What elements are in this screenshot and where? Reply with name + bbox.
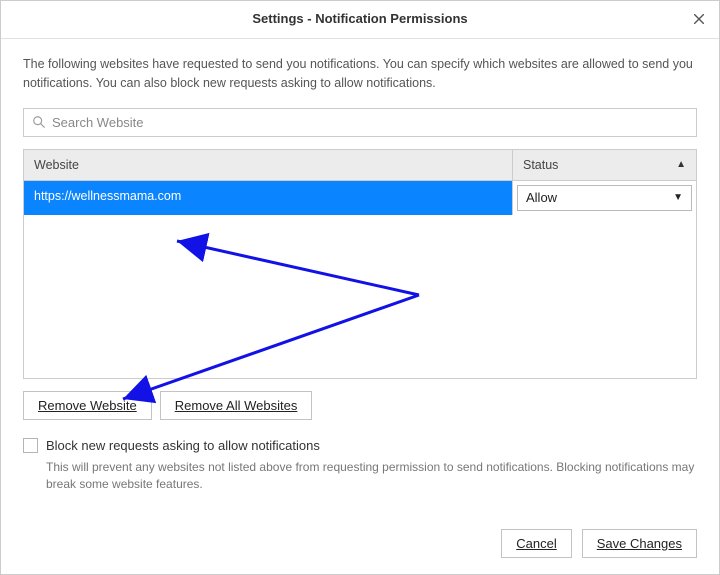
save-changes-button[interactable]: Save Changes xyxy=(582,529,697,558)
table-header: Website Status ▲ xyxy=(24,150,696,181)
remove-all-websites-button[interactable]: Remove All Websites xyxy=(160,391,313,420)
sort-indicator-icon: ▲ xyxy=(676,159,686,170)
cell-website: https://wellnessmama.com xyxy=(24,181,512,215)
column-header-website[interactable]: Website xyxy=(24,150,512,180)
search-icon xyxy=(32,115,46,129)
search-input[interactable] xyxy=(52,115,688,130)
dialog-footer: Cancel Save Changes xyxy=(1,517,719,574)
cancel-button[interactable]: Cancel xyxy=(501,529,571,558)
status-value: Allow xyxy=(526,190,557,205)
remove-all-label: Remove All Websites xyxy=(175,398,298,413)
remove-buttons-row: Remove Website Remove All Websites xyxy=(23,391,697,420)
table-row[interactable]: https://wellnessmama.com Allow ▼ xyxy=(24,181,696,215)
save-label: Save Changes xyxy=(597,536,682,551)
remove-website-button[interactable]: Remove Website xyxy=(23,391,152,420)
permissions-table: Website Status ▲ https://wellnessmama.co… xyxy=(23,149,697,379)
block-row: Block new requests asking to allow notif… xyxy=(23,438,697,453)
column-header-status[interactable]: Status ▲ xyxy=(512,150,696,180)
remove-website-label: Remove Website xyxy=(38,398,137,413)
search-field[interactable] xyxy=(23,108,697,137)
chevron-down-icon: ▼ xyxy=(673,192,683,203)
block-note: This will prevent any websites not liste… xyxy=(46,459,697,494)
block-checkbox[interactable] xyxy=(23,438,38,453)
titlebar: Settings - Notification Permissions xyxy=(1,1,719,39)
cell-status: Allow ▼ xyxy=(512,181,696,215)
close-icon[interactable] xyxy=(689,9,709,29)
status-select[interactable]: Allow ▼ xyxy=(517,185,692,211)
cancel-label: Cancel xyxy=(516,536,556,551)
block-section: Block new requests asking to allow notif… xyxy=(23,438,697,494)
column-header-status-label: Status xyxy=(523,158,558,172)
description-text: The following websites have requested to… xyxy=(23,55,697,94)
dialog-content: The following websites have requested to… xyxy=(1,39,719,517)
block-label: Block new requests asking to allow notif… xyxy=(46,438,320,453)
settings-dialog: Settings - Notification Permissions The … xyxy=(0,0,720,575)
table-body: https://wellnessmama.com Allow ▼ xyxy=(24,181,696,378)
dialog-title: Settings - Notification Permissions xyxy=(252,11,467,26)
